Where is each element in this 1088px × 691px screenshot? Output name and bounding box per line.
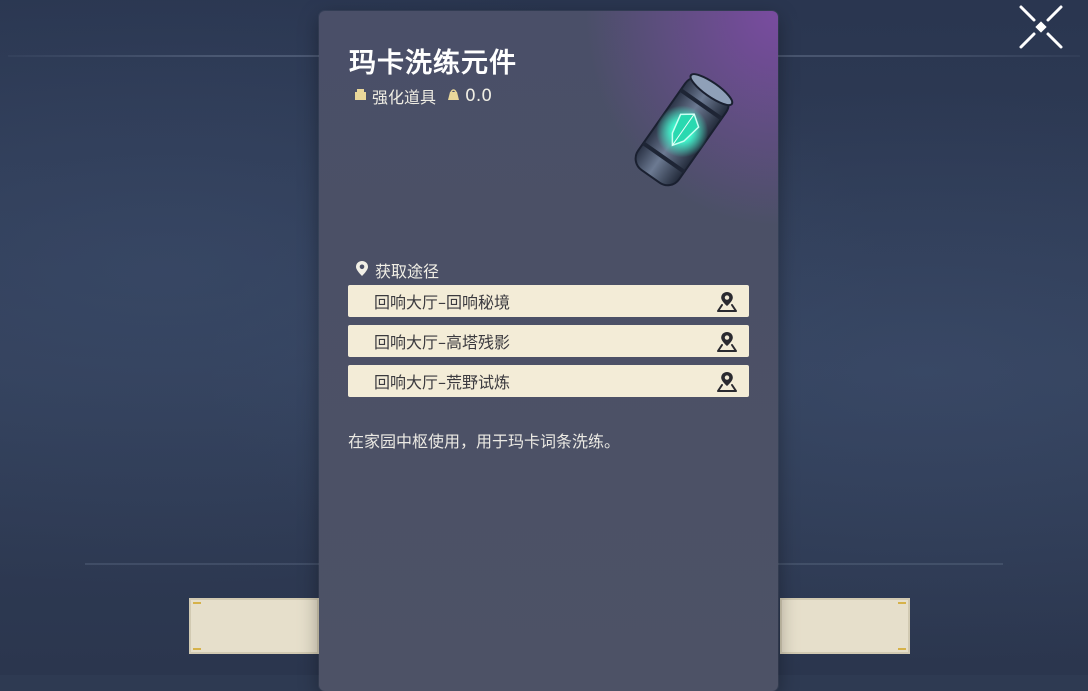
item-type: 强化道具: [372, 88, 437, 107]
map-location-icon[interactable]: [715, 290, 739, 314]
close-icon: [1019, 5, 1063, 49]
item-value: 0.0: [465, 86, 493, 106]
source-label: 回响大厅–回响秘境: [374, 293, 511, 312]
background-bar-left: [189, 598, 319, 654]
source-row-wild-trial[interactable]: 回响大厅–荒野试炼: [348, 365, 749, 397]
background-bar-right: [780, 598, 910, 654]
source-row-tower-shadow[interactable]: 回响大厅–高塔残影: [348, 325, 749, 357]
sources-list: 回响大厅–回响秘境 回响大厅–高塔残影 回响大厅–荒野试炼: [348, 285, 749, 405]
item-detail-card: 玛卡洗练元件 强化道具 0.0 获取途径 回响大厅–回响秘境 回响大厅–高塔残影…: [319, 11, 778, 691]
source-label: 回响大厅–高塔残影: [374, 333, 511, 352]
close-button[interactable]: [1016, 4, 1066, 50]
bag-icon: [446, 87, 461, 106]
sources-header: 获取途径: [355, 258, 439, 282]
sources-header-label: 获取途径: [375, 262, 440, 281]
map-location-icon[interactable]: [715, 330, 739, 354]
map-location-icon[interactable]: [715, 370, 739, 394]
source-label: 回响大厅–荒野试炼: [374, 373, 511, 392]
item-description: 在家园中枢使用，用于玛卡词条洗练。: [348, 432, 621, 451]
source-row-echo-realm[interactable]: 回响大厅–回响秘境: [348, 285, 749, 317]
box-icon: [353, 87, 368, 106]
item-name: 玛卡洗练元件: [349, 48, 517, 79]
location-pin-icon: [355, 260, 369, 281]
energy-cylinder-icon: [614, 66, 749, 201]
item-meta: 强化道具 0.0: [353, 84, 492, 108]
